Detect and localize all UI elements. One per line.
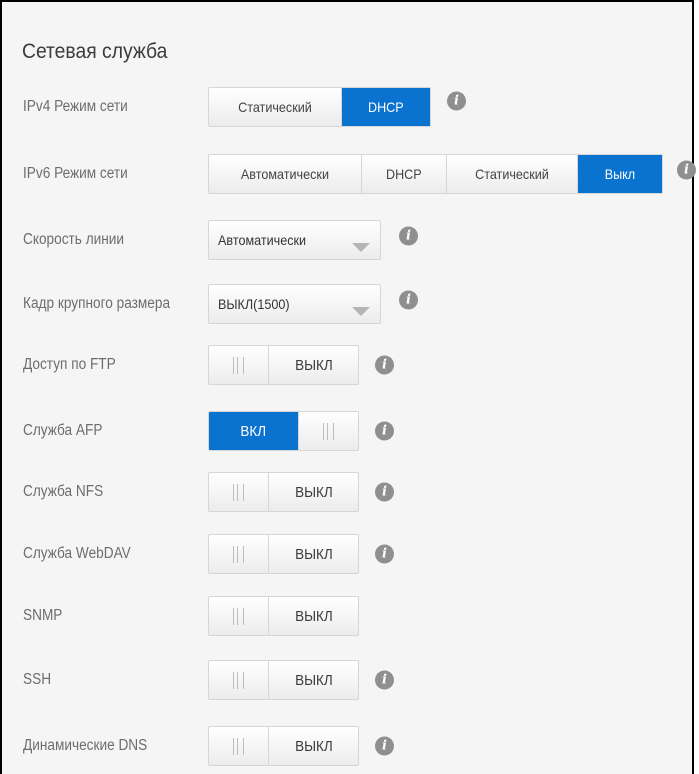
ipv6-option-off[interactable]: Выкл — [578, 155, 662, 193]
webdav-label: Служба WebDAV — [23, 545, 131, 562]
ssh-info-icon[interactable]: i — [375, 670, 394, 690]
afp-row: Служба AFP ВКЛ i — [2, 406, 692, 456]
toggle-grip-icon — [209, 661, 269, 699]
ftp-label: Доступ по FTP — [23, 356, 116, 373]
ipv4-option-static[interactable]: Статический — [209, 88, 342, 126]
jumbo-frame-value: ВЫКЛ(1500) — [218, 296, 290, 312]
link-speed-info-icon[interactable]: i — [399, 226, 418, 246]
snmp-toggle[interactable]: ВЫКЛ — [208, 596, 359, 636]
nfs-toggle[interactable]: ВЫКЛ — [208, 472, 359, 512]
nfs-label: Служба NFS — [23, 483, 104, 500]
ssh-label: SSH — [23, 671, 52, 688]
snmp-state: ВЫКЛ — [294, 607, 333, 625]
ipv6-mode-row: IPv6 Режим сети Автоматически DHCP Стати… — [2, 149, 696, 199]
ddns-label: Динамические DNS — [23, 737, 148, 754]
ddns-toggle[interactable]: ВЫКЛ — [208, 726, 359, 766]
ipv6-mode-label: IPv6 Режим сети — [23, 165, 128, 182]
chevron-down-icon — [352, 307, 370, 316]
afp-label: Служба AFP — [23, 422, 103, 439]
nfs-row: Служба NFS ВЫКЛ i — [2, 467, 692, 517]
ipv6-option-auto[interactable]: Автоматически — [209, 155, 362, 193]
webdav-info-icon[interactable]: i — [375, 544, 394, 564]
ipv4-mode-segmented: Статический DHCP — [208, 87, 431, 127]
ipv6-info-icon[interactable]: i — [677, 160, 696, 180]
ddns-info-icon[interactable]: i — [375, 736, 394, 756]
link-speed-dropdown[interactable]: Автоматически — [208, 220, 381, 260]
link-speed-row: Скорость линии Автоматически i — [2, 215, 692, 265]
ftp-info-icon[interactable]: i — [375, 355, 394, 375]
nfs-state: ВЫКЛ — [294, 483, 333, 501]
page-title: Сетевая служба — [22, 40, 168, 63]
snmp-label: SNMP — [23, 607, 63, 624]
toggle-grip-icon — [298, 412, 358, 450]
snmp-row: SNMP ВЫКЛ — [2, 591, 692, 641]
ftp-state: ВЫКЛ — [294, 356, 333, 374]
jumbo-frame-dropdown[interactable]: ВЫКЛ(1500) — [208, 284, 381, 324]
ssh-state: ВЫКЛ — [294, 671, 333, 689]
ipv6-option-static[interactable]: Статический — [447, 155, 578, 193]
network-service-panel: Сетевая служба IPv4 Режим сети Статическ… — [0, 0, 696, 774]
ddns-state: ВЫКЛ — [294, 737, 333, 755]
ipv4-mode-label: IPv4 Режим сети — [23, 98, 128, 115]
ipv6-mode-segmented: Автоматически DHCP Статический Выкл — [208, 154, 663, 194]
toggle-grip-icon — [209, 597, 269, 635]
ssh-toggle[interactable]: ВЫКЛ — [208, 660, 359, 700]
ipv4-option-dhcp[interactable]: DHCP — [342, 88, 430, 126]
webdav-state: ВЫКЛ — [294, 545, 333, 563]
toggle-grip-icon — [209, 535, 269, 573]
toggle-grip-icon — [209, 727, 269, 765]
afp-toggle[interactable]: ВКЛ — [208, 411, 359, 451]
ipv4-mode-row: IPv4 Режим сети Статический DHCP i — [2, 82, 692, 132]
webdav-row: Служба WebDAV ВЫКЛ i — [2, 529, 692, 579]
ipv6-option-dhcp[interactable]: DHCP — [362, 155, 447, 193]
ssh-row: SSH ВЫКЛ i — [2, 655, 692, 705]
toggle-grip-icon — [209, 473, 269, 511]
webdav-toggle[interactable]: ВЫКЛ — [208, 534, 359, 574]
ftp-row: Доступ по FTP ВЫКЛ i — [2, 340, 692, 390]
toggle-grip-icon — [209, 346, 269, 384]
ddns-row: Динамические DNS ВЫКЛ i — [2, 721, 692, 771]
ftp-toggle[interactable]: ВЫКЛ — [208, 345, 359, 385]
link-speed-label: Скорость линии — [23, 231, 125, 248]
jumbo-frame-row: Кадр крупного размера ВЫКЛ(1500) i — [2, 279, 692, 329]
nfs-info-icon[interactable]: i — [375, 482, 394, 502]
afp-info-icon[interactable]: i — [375, 421, 394, 441]
chevron-down-icon — [352, 243, 370, 252]
afp-state: ВКЛ — [209, 412, 298, 450]
link-speed-value: Автоматически — [218, 232, 307, 248]
jumbo-frame-label: Кадр крупного размера — [23, 295, 171, 312]
ipv4-info-icon[interactable]: i — [447, 91, 466, 111]
jumbo-frame-info-icon[interactable]: i — [399, 290, 418, 310]
